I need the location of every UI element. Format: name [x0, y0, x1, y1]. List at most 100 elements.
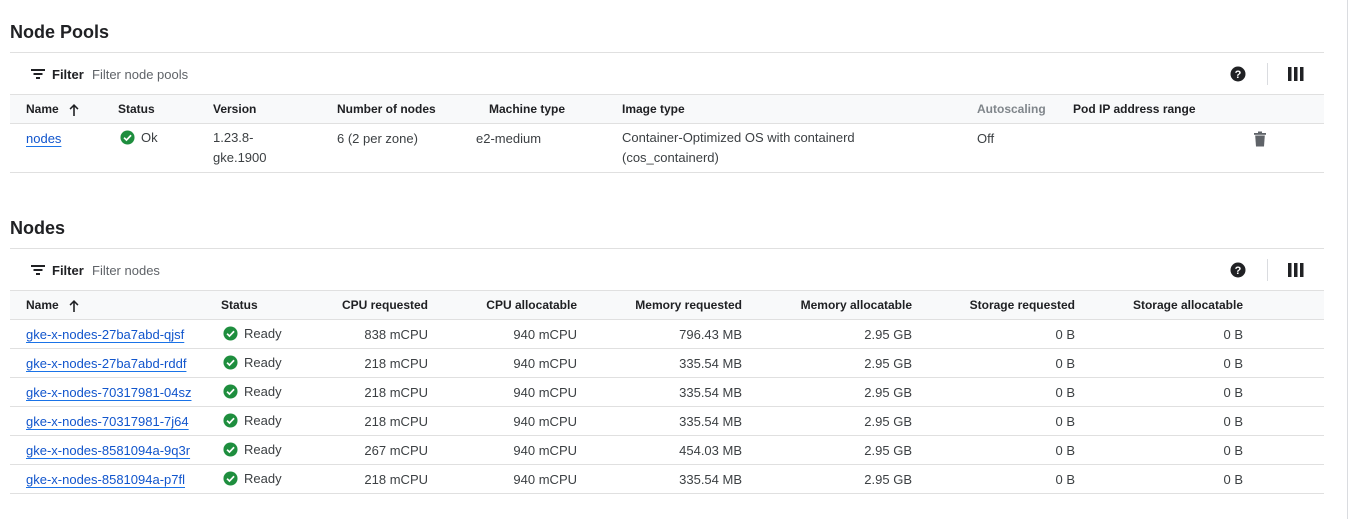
image-type-line: Container-Optimized OS with containerd: [622, 130, 855, 145]
table-row: gke-x-nodes-8581094a-9q3r Ready 267 mCPU 94…: [10, 436, 1324, 465]
storage-allocatable-cell: 0 B: [1223, 443, 1243, 458]
table-row: gke-x-nodes-70317981-04sz Ready 218 mCPU 94…: [10, 378, 1324, 407]
column-header-pod-ip-range[interactable]: Pod IP address range: [1073, 95, 1196, 123]
filter-icon: [31, 265, 45, 275]
check-circle-icon: [223, 355, 238, 370]
status-cell: Ready: [223, 326, 282, 341]
cpu-requested-cell: 838 mCPU: [364, 327, 428, 342]
status-text: Ok: [141, 130, 158, 145]
version-line: gke.1900: [213, 150, 267, 165]
column-header-image-type[interactable]: Image type: [622, 95, 685, 123]
column-header-label: Name: [26, 102, 59, 116]
toolbar-separator: [1267, 259, 1268, 281]
node-pool-name-link[interactable]: nodes: [26, 131, 61, 146]
check-circle-icon: [223, 442, 238, 457]
check-circle-icon: [223, 471, 238, 486]
column-header-status[interactable]: Status: [118, 95, 155, 123]
status-text: Ready: [244, 326, 282, 341]
column-header-status[interactable]: Status: [221, 291, 258, 319]
autoscaling-cell: Off: [977, 131, 995, 146]
storage-allocatable-cell: 0 B: [1223, 472, 1243, 487]
nodes-toolbar: Filter ?: [10, 251, 1324, 289]
column-header-memory-allocatable[interactable]: Memory allocatable: [762, 291, 912, 319]
node-pools-filter-input[interactable]: [92, 64, 692, 84]
column-header-autoscaling: Autoscaling: [977, 102, 1046, 116]
cpu-requested-cell: 218 mCPU: [364, 472, 428, 487]
cpu-allocatable-cell: 940 mCPU: [513, 414, 577, 429]
column-header-storage-allocatable[interactable]: Storage allocatable: [1093, 291, 1243, 319]
svg-text:?: ?: [1235, 265, 1242, 277]
memory-requested-cell: 335.54 MB: [679, 414, 742, 429]
image-type-cell: Container-Optimized OS with containerd (…: [622, 128, 855, 168]
machine-type-cell: e2-medium: [476, 131, 542, 146]
nodes-filter-button[interactable]: Filter: [30, 251, 84, 289]
column-header-name[interactable]: Name: [26, 291, 80, 319]
page-scrollbar[interactable]: [1347, 0, 1348, 519]
column-header-number-of-nodes[interactable]: Number of nodes: [337, 95, 436, 123]
memory-requested-cell: 335.54 MB: [679, 356, 742, 371]
cpu-allocatable-cell: 940 mCPU: [513, 327, 577, 342]
memory-requested-cell: 335.54 MB: [679, 472, 742, 487]
cpu-requested-cell: 267 mCPU: [364, 443, 428, 458]
cpu-requested-cell: 218 mCPU: [364, 385, 428, 400]
storage-allocatable-cell: 0 B: [1223, 356, 1243, 371]
column-header-memory-requested[interactable]: Memory requested: [592, 291, 742, 319]
node-name-link[interactable]: gke-x-nodes-8581094a-p7fl: [26, 472, 185, 487]
cpu-requested-cell: 218 mCPU: [364, 356, 428, 371]
storage-requested-cell: 0 B: [1055, 327, 1075, 342]
status-cell: Ready: [223, 442, 282, 457]
arrow-up-icon: [69, 103, 79, 116]
storage-requested-cell: 0 B: [1055, 385, 1075, 400]
svg-text:?: ?: [1235, 69, 1242, 81]
column-header-cpu-requested[interactable]: CPU requested: [278, 291, 428, 319]
node-name-link[interactable]: gke-x-nodes-70317981-7j64: [26, 414, 189, 429]
nodes-table-header: Name Status CPU requested CPU allocatabl…: [10, 290, 1324, 320]
status-cell: Ready: [223, 355, 282, 370]
check-circle-icon: [223, 326, 238, 341]
cpu-allocatable-cell: 940 mCPU: [513, 472, 577, 487]
node-pools-divider: [10, 52, 1324, 53]
node-pools-title: Node Pools: [10, 22, 110, 42]
column-header-machine-type[interactable]: Machine type: [489, 95, 565, 123]
column-display-icon[interactable]: [1288, 263, 1304, 277]
nodes-divider: [10, 248, 1324, 249]
memory-requested-cell: 454.03 MB: [679, 443, 742, 458]
memory-allocatable-cell: 2.95 GB: [864, 356, 912, 371]
nodes-filter-input[interactable]: [92, 260, 692, 280]
table-row: nodes Ok 1.23.8- gke.1900 6 (2 per zone)…: [10, 124, 1324, 173]
number-of-nodes-cell: 6 (2 per zone): [337, 131, 418, 146]
version-cell: 1.23.8- gke.1900: [213, 128, 267, 168]
memory-allocatable-cell: 2.95 GB: [864, 443, 912, 458]
column-header-name[interactable]: Name: [26, 95, 80, 123]
check-circle-icon: [223, 384, 238, 399]
help-icon[interactable]: ?: [1230, 66, 1246, 82]
status-text: Ready: [244, 355, 282, 370]
node-name-link[interactable]: gke-x-nodes-8581094a-9q3r: [26, 443, 190, 458]
memory-allocatable-cell: 2.95 GB: [864, 414, 912, 429]
memory-allocatable-cell: 2.95 GB: [864, 385, 912, 400]
check-circle-icon: [120, 130, 135, 145]
column-header-cpu-allocatable[interactable]: CPU allocatable: [427, 291, 577, 319]
node-name-link[interactable]: gke-x-nodes-27ba7abd-rddf: [26, 356, 186, 371]
node-name-link[interactable]: gke-x-nodes-70317981-04sz: [26, 385, 192, 400]
column-display-icon[interactable]: [1288, 67, 1304, 81]
delete-icon[interactable]: [1253, 131, 1267, 147]
memory-allocatable-cell: 2.95 GB: [864, 327, 912, 342]
column-header-version[interactable]: Version: [213, 95, 256, 123]
memory-requested-cell: 335.54 MB: [679, 385, 742, 400]
status-cell: Ready: [223, 471, 282, 486]
table-row: gke-x-nodes-8581094a-p7fl Ready 218 mCPU 94…: [10, 465, 1324, 494]
status-cell: Ready: [223, 413, 282, 428]
column-header-storage-requested[interactable]: Storage requested: [925, 291, 1075, 319]
storage-requested-cell: 0 B: [1055, 443, 1075, 458]
node-pools-toolbar: Filter ?: [10, 55, 1324, 93]
filter-label: Filter: [52, 262, 84, 278]
table-row: gke-x-nodes-27ba7abd-rddf Ready 218 mCPU 94…: [10, 349, 1324, 378]
storage-requested-cell: 0 B: [1055, 472, 1075, 487]
help-icon[interactable]: ?: [1230, 262, 1246, 278]
filter-icon: [31, 69, 45, 79]
storage-requested-cell: 0 B: [1055, 414, 1075, 429]
node-name-link[interactable]: gke-x-nodes-27ba7abd-qjsf: [26, 327, 184, 342]
status-text: Ready: [244, 471, 282, 486]
node-pools-filter-button[interactable]: Filter: [30, 55, 84, 93]
